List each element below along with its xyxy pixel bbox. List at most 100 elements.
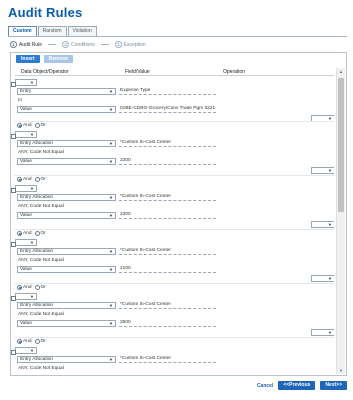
value-input[interactable]: 2100 xyxy=(119,266,216,273)
chevron-down-icon: ▼ xyxy=(328,168,332,173)
or-radio[interactable]: Or xyxy=(34,123,46,128)
next-button[interactable]: Next>> xyxy=(320,381,347,390)
value-type-select[interactable]: Value ▼ xyxy=(17,158,116,165)
value-input[interactable]: 2300 xyxy=(119,212,216,219)
and-radio[interactable]: And xyxy=(17,231,32,236)
connector-radio-group: And Or xyxy=(17,339,46,344)
chevron-down-icon: ▼ xyxy=(30,294,34,299)
or-label: Or xyxy=(40,177,46,182)
radio-selected-icon xyxy=(17,339,22,344)
column-header-field-value: Field/Value xyxy=(125,69,150,75)
chevron-down-icon: ▼ xyxy=(30,80,34,85)
paren-close-select[interactable]: ▼ xyxy=(311,275,334,282)
row-checkbox[interactable] xyxy=(11,82,16,87)
value-type-select[interactable]: Value ▼ xyxy=(17,106,116,113)
conditions-grid: ▼ Entry ▼ Expense Type In Value ▼ 01BE-CDB… xyxy=(11,77,334,375)
chevron-down-icon: ▼ xyxy=(109,303,113,308)
paren-open-select[interactable]: ▼ xyxy=(15,131,37,138)
step-connector xyxy=(100,44,109,45)
or-label: Or xyxy=(40,285,46,290)
and-radio[interactable]: And xyxy=(17,285,32,290)
entity-select[interactable]: Entry Allocation ▼ xyxy=(17,194,116,201)
column-header-operation: Operation xyxy=(223,69,245,75)
entity-select[interactable]: Entry Allocation ▼ xyxy=(17,302,116,309)
tab-custom[interactable]: Custom xyxy=(8,26,37,36)
operator-label: ANY, Code Not Equal xyxy=(18,258,64,263)
or-radio[interactable]: Or xyxy=(34,285,46,290)
field-input[interactable]: *Custom 5\-Cost Center xyxy=(119,356,216,363)
grid-scrollbar[interactable]: ▲ ▼ xyxy=(336,68,345,374)
entity-select[interactable]: Entry Allocation ▼ xyxy=(17,356,116,363)
chevron-down-icon: ▼ xyxy=(30,186,34,191)
chevron-down-icon: ▼ xyxy=(109,89,113,94)
connector-radio-group: And Or xyxy=(17,231,46,236)
field-input[interactable]: *Custom 5\-Cost Center xyxy=(119,248,216,255)
entity-select[interactable]: Entry Allocation ▼ xyxy=(17,248,116,255)
paren-open-select[interactable]: ▼ xyxy=(15,185,37,192)
value-input[interactable]: 2200 xyxy=(119,158,216,165)
row-checkbox[interactable] xyxy=(11,134,16,139)
and-label: And xyxy=(23,285,32,290)
step-exception[interactable]: 3 Exception xyxy=(114,41,146,48)
arrow-down-icon[interactable]: ▼ xyxy=(338,368,344,373)
row-divider xyxy=(14,121,334,122)
paren-open-select[interactable]: ▼ xyxy=(15,239,37,246)
value-type-select[interactable]: Value ▼ xyxy=(17,266,116,273)
and-radio[interactable]: And xyxy=(17,177,32,182)
value-type-select[interactable]: Value ▼ xyxy=(17,320,116,327)
previous-button[interactable]: <<Previous xyxy=(278,381,316,390)
field-input[interactable]: Expense Type xyxy=(119,88,216,95)
connector-radio-group: And Or xyxy=(17,123,46,128)
cancel-link[interactable]: Cancel xyxy=(257,383,273,389)
or-label: Or xyxy=(40,339,46,344)
page-title: Audit Rules xyxy=(8,5,83,20)
radio-selected-icon xyxy=(17,285,22,290)
chevron-down-icon: ▼ xyxy=(328,276,332,281)
field-input[interactable]: *Custom 5\-Cost Center xyxy=(119,140,216,147)
field-input[interactable]: *Custom 5\-Cost Center xyxy=(119,194,216,201)
value-type-value: Value xyxy=(20,267,32,272)
paren-open-select[interactable]: ▼ xyxy=(15,347,37,354)
entity-select[interactable]: Entry ▼ xyxy=(17,88,116,95)
value-input[interactable]: 2500 xyxy=(119,320,216,327)
row-checkbox[interactable] xyxy=(11,188,16,193)
chevron-down-icon: ▼ xyxy=(109,107,113,112)
and-radio[interactable]: And xyxy=(17,339,32,344)
scrollbar-thumb[interactable] xyxy=(338,78,344,212)
operator-label: ANY, Code Not Equal xyxy=(18,366,64,371)
row-checkbox[interactable] xyxy=(11,296,16,301)
chevron-down-icon: ▼ xyxy=(109,159,113,164)
and-radio[interactable]: And xyxy=(17,123,32,128)
step-audit-rule[interactable]: 1 Audit Rule xyxy=(10,41,42,48)
entity-value: Entry xyxy=(20,89,32,94)
paren-open-select[interactable]: ▼ xyxy=(15,293,37,300)
paren-close-select[interactable]: ▼ xyxy=(311,329,334,336)
radio-selected-icon xyxy=(17,231,22,236)
paren-close-select[interactable]: ▼ xyxy=(311,221,334,228)
value-input[interactable]: 01BE-CDBG-Grocery/Conv Trade Pgm 0221-CD… xyxy=(119,106,216,113)
step-label: Conditions xyxy=(71,41,95,48)
or-radio[interactable]: Or xyxy=(34,177,46,182)
paren-open-select[interactable]: ▼ xyxy=(15,79,37,86)
arrow-up-icon[interactable]: ▲ xyxy=(338,69,344,74)
tab-bar: Custom Random Violation xyxy=(8,26,97,36)
or-radio[interactable]: Or xyxy=(34,339,46,344)
step-conditions[interactable]: 2 Conditions xyxy=(62,41,95,48)
insert-button[interactable]: Insert xyxy=(16,55,40,63)
tab-violation[interactable]: Violation xyxy=(67,26,97,36)
row-checkbox[interactable] xyxy=(11,350,16,355)
tab-random[interactable]: Random xyxy=(37,26,67,36)
entity-select[interactable]: Entry Allocation ▼ xyxy=(17,140,116,147)
value-type-value: Value xyxy=(20,321,32,326)
remove-button[interactable]: Remove xyxy=(43,55,74,63)
row-checkbox[interactable] xyxy=(11,242,16,247)
field-input[interactable]: *Custom 5\-Cost Center xyxy=(119,302,216,309)
entity-value: Entry Allocation xyxy=(20,249,54,254)
and-label: And xyxy=(23,339,32,344)
grid-header: Data Object/Operator Field/Value Operati… xyxy=(15,68,334,76)
or-radio[interactable]: Or xyxy=(34,231,46,236)
radio-empty-icon xyxy=(34,339,40,344)
paren-close-select[interactable]: ▼ xyxy=(311,167,334,174)
value-type-select[interactable]: Value ▼ xyxy=(17,212,116,219)
or-label: Or xyxy=(40,231,46,236)
